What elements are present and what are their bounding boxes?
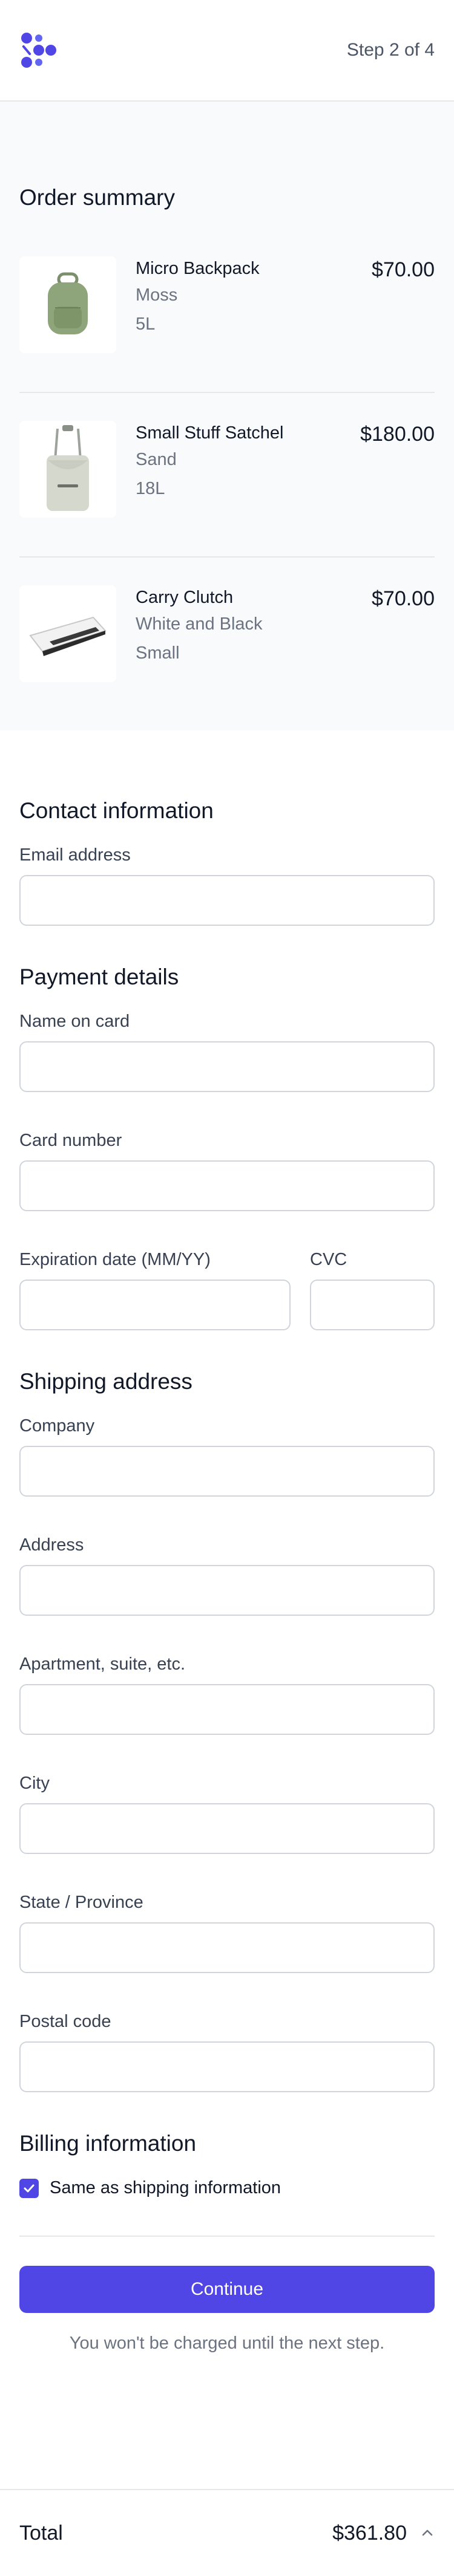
item-name: Carry Clutch [136, 588, 234, 607]
expiration-field[interactable] [19, 1280, 291, 1330]
clutch-image [19, 585, 116, 682]
total-right: $361.80 [332, 2522, 435, 2545]
order-item: Micro Backpack Moss 5L $70.00 [19, 232, 435, 393]
cvc-label: CVC [310, 1250, 347, 1269]
page-header: Step 2 of 4 [0, 0, 454, 102]
expiration-cvc-row: Expiration date (MM/YY) CVC [19, 1250, 435, 1369]
order-item-details: Small Stuff Satchel Sand 18L [136, 421, 360, 503]
apartment-label: Apartment, suite, etc. [19, 1654, 186, 1674]
order-summary: Order summary Micro Backpack Moss 5L $70… [0, 102, 454, 730]
checkmark-icon [24, 2184, 35, 2192]
continue-button[interactable]: Continue [19, 2266, 435, 2313]
brand-logo-icon[interactable] [19, 31, 58, 70]
step-indicator: Step 2 of 4 [346, 40, 435, 60]
name-on-card-label: Name on card [19, 1012, 130, 1031]
order-item: Carry Clutch White and Black Small $70.0… [19, 558, 435, 721]
name-on-card-field[interactable] [19, 1041, 435, 1092]
order-item: Small Stuff Satchel Sand 18L $180.00 [19, 393, 435, 558]
same-as-shipping-label: Same as shipping information [50, 2178, 281, 2197]
item-size: 18L [136, 479, 165, 498]
item-name: Small Stuff Satchel [136, 423, 284, 443]
item-price: $70.00 [372, 258, 435, 281]
total-amount: $361.80 [332, 2521, 407, 2545]
checkout-form: Contact information Email address Paymen… [0, 730, 454, 2353]
divider [19, 2236, 435, 2237]
state-label: State / Province [19, 1893, 143, 1912]
billing-title: Billing information [19, 2131, 197, 2156]
contact-title: Contact information [19, 798, 214, 823]
order-item-details: Carry Clutch White and Black Small [136, 585, 372, 668]
payment-title: Payment details [19, 964, 179, 989]
chevron-up-icon[interactable] [420, 2526, 435, 2540]
city-field[interactable] [19, 1803, 435, 1854]
item-name: Micro Backpack [136, 259, 260, 278]
order-item-details: Micro Backpack Moss 5L [136, 256, 372, 339]
card-number-field[interactable] [19, 1160, 435, 1211]
email-label: Email address [19, 845, 131, 865]
postal-code-field[interactable] [19, 2041, 435, 2092]
item-color: Sand [136, 450, 177, 469]
postal-code-label: Postal code [19, 2012, 111, 2031]
address-label: Address [19, 1535, 84, 1555]
company-field[interactable] [19, 1446, 435, 1497]
item-size: Small [136, 643, 180, 663]
item-price: $180.00 [360, 423, 435, 446]
cvc-field[interactable] [310, 1280, 435, 1330]
card-number-label: Card number [19, 1131, 122, 1150]
expiration-label: Expiration date (MM/YY) [19, 1250, 211, 1269]
company-label: Company [19, 1416, 95, 1436]
city-label: City [19, 1774, 50, 1793]
same-as-shipping-checkbox[interactable] [19, 2178, 39, 2198]
backpack-image [19, 256, 116, 353]
satchel-image [19, 421, 116, 518]
email-field[interactable] [19, 875, 435, 926]
order-summary-title: Order summary [19, 185, 175, 210]
shipping-title: Shipping address [19, 1369, 192, 1394]
cvc-column: CVC [310, 1250, 435, 1369]
item-price: $70.00 [372, 587, 435, 610]
item-color: Moss [136, 285, 178, 305]
expiration-column: Expiration date (MM/YY) [19, 1250, 291, 1369]
charge-note: You won't be charged until the next step… [69, 2334, 385, 2353]
same-as-shipping-row[interactable]: Same as shipping information [19, 2178, 435, 2198]
apartment-field[interactable] [19, 1684, 435, 1735]
total-label: Total [19, 2521, 63, 2545]
item-color: White and Black [136, 614, 263, 634]
state-field[interactable] [19, 1922, 435, 1973]
item-size: 5L [136, 314, 156, 334]
total-bar[interactable]: Total $361.80 [0, 2489, 454, 2576]
address-field[interactable] [19, 1565, 435, 1616]
